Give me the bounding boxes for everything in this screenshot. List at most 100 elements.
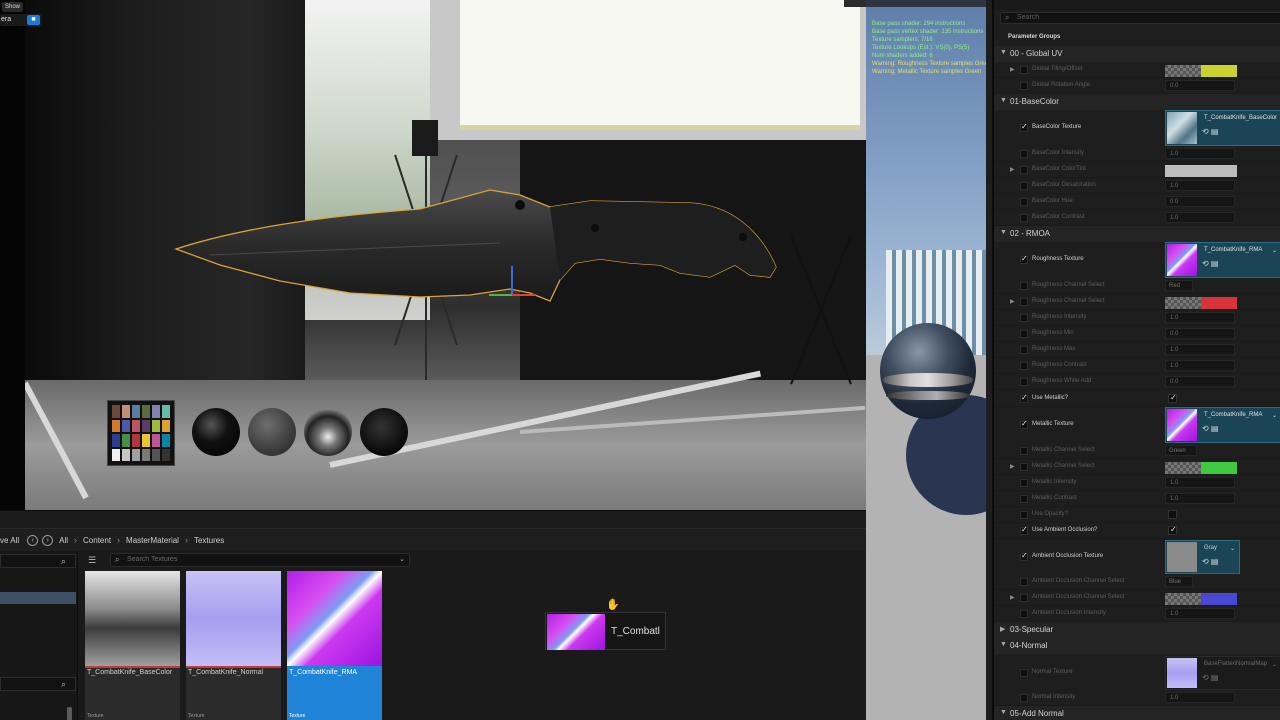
- group-add-normal[interactable]: ▼ 05-Add Normal: [994, 706, 1280, 720]
- gizmo-x-axis[interactable]: [512, 294, 536, 296]
- texture-picker[interactable]: T_CombatKnife_RMA ⌄ ⟲ ▤: [1165, 407, 1280, 443]
- gizmo-z-axis[interactable]: [511, 266, 513, 294]
- texture-picker[interactable]: T_CombatKnife_BaseColor ⟲ ▤: [1165, 110, 1280, 146]
- chevron-right-icon[interactable]: ▶: [1010, 66, 1015, 73]
- override-checkbox[interactable]: [1020, 447, 1028, 455]
- param-basecolor-intensity[interactable]: BaseColor Intensity 1.0: [994, 146, 1280, 162]
- back-icon[interactable]: ‹: [27, 534, 39, 546]
- override-checkbox[interactable]: [1020, 525, 1028, 535]
- color-swatch[interactable]: [1165, 297, 1237, 309]
- group-global-uv[interactable]: ▼ 00 - Global UV: [994, 46, 1280, 62]
- override-checkbox[interactable]: [1020, 362, 1028, 370]
- color-swatch[interactable]: [1165, 462, 1237, 474]
- override-checkbox[interactable]: [1020, 330, 1028, 338]
- override-checkbox[interactable]: [1020, 214, 1028, 222]
- param-value[interactable]: 1.0: [1165, 493, 1235, 504]
- param-ao-channel-select-color[interactable]: ▶ Ambient Occlusion Channel Select: [994, 590, 1280, 606]
- chevron-down-icon[interactable]: ⌄: [1272, 247, 1277, 254]
- param-metallic-channel-select[interactable]: Metallic Channel Select Green: [994, 443, 1280, 459]
- show-menu-button[interactable]: Show: [2, 2, 24, 12]
- override-checkbox[interactable]: [1020, 66, 1028, 74]
- level-viewport[interactable]: Show era ■: [0, 0, 866, 510]
- override-checkbox[interactable]: [1020, 82, 1028, 90]
- param-roughness-contrast[interactable]: Roughness Contrast 1.0: [994, 358, 1280, 374]
- folder-item-selected[interactable]: [0, 592, 76, 604]
- param-global-tiling[interactable]: ▶ Global Tiling/Offset: [994, 62, 1280, 78]
- override-checkbox[interactable]: [1020, 282, 1028, 290]
- browse-icon[interactable]: ⟲ ▤: [1202, 127, 1218, 136]
- asset-tile-basecolor[interactable]: T_CombatKnife_BaseColor Texture: [85, 571, 180, 720]
- combat-knife-mesh[interactable]: [170, 185, 790, 315]
- override-checkbox[interactable]: [1020, 254, 1028, 264]
- param-roughness-texture[interactable]: Roughness Texture T_CombatKnife_RMA ⌄ ⟲ …: [994, 242, 1280, 278]
- param-ao-channel-select[interactable]: Ambient Occlusion Channel Select Blue: [994, 574, 1280, 590]
- param-value[interactable]: 1.0: [1165, 360, 1235, 371]
- gizmo-y-axis[interactable]: [489, 294, 512, 296]
- value-checkbox[interactable]: [1168, 393, 1177, 403]
- param-value[interactable]: 1.0: [1165, 477, 1235, 488]
- param-value[interactable]: 0.0: [1165, 376, 1235, 387]
- param-value[interactable]: 0.0: [1165, 328, 1235, 339]
- folder-search-input[interactable]: ⌕: [0, 554, 76, 568]
- texture-picker[interactable]: Gray ⌄ ⟲ ▤: [1165, 540, 1240, 574]
- param-value[interactable]: 0.0: [1165, 196, 1235, 207]
- param-use-metallic[interactable]: Use Metallic?: [994, 391, 1280, 407]
- override-checkbox[interactable]: [1020, 346, 1028, 354]
- details-search-input[interactable]: ⌕ Search: [1000, 12, 1280, 24]
- param-metallic-intensity[interactable]: Metallic Intensity 1.0: [994, 475, 1280, 491]
- group-specular[interactable]: ▶ 03-Specular: [994, 622, 1280, 638]
- search-input[interactable]: ⌕ Search Textures ⌄: [110, 553, 410, 567]
- override-checkbox[interactable]: [1020, 511, 1028, 519]
- breadcrumb-all[interactable]: All: [55, 536, 72, 545]
- camera-menu-button[interactable]: era ■: [0, 14, 42, 26]
- override-checkbox[interactable]: [1020, 578, 1028, 586]
- override-checkbox[interactable]: [1020, 419, 1028, 429]
- chevron-down-icon[interactable]: ⌄: [1272, 412, 1277, 419]
- chevron-right-icon[interactable]: ▶: [1010, 298, 1015, 305]
- save-all-button[interactable]: ve All: [0, 536, 25, 545]
- texture-picker[interactable]: BaseFlattenNormalMap ⌄ ⟲ ▤: [1165, 656, 1280, 690]
- param-basecolor-hue[interactable]: BaseColor Hue 0.0: [994, 194, 1280, 210]
- param-ao-intensity[interactable]: Ambient Occlusion Intensity 1.0: [994, 606, 1280, 622]
- chevron-down-icon[interactable]: ⌄: [1230, 545, 1235, 552]
- override-checkbox[interactable]: [1020, 378, 1028, 386]
- param-roughness-channel-select-color[interactable]: ▶ Roughness Channel Select: [994, 294, 1280, 310]
- override-checkbox[interactable]: [1020, 551, 1028, 561]
- param-normal-intensity[interactable]: Normal Intensity 1.0: [994, 690, 1280, 706]
- param-roughness-channel-select[interactable]: Roughness Channel Select Red: [994, 278, 1280, 294]
- breadcrumb-content[interactable]: Content: [79, 536, 115, 545]
- chevron-down-icon[interactable]: ⌄: [399, 554, 405, 566]
- viewport-topright-controls[interactable]: [844, 0, 866, 7]
- param-value[interactable]: 1.0: [1165, 312, 1235, 323]
- group-normal[interactable]: ▼ 04-Normal: [994, 638, 1280, 654]
- chevron-right-icon[interactable]: ▶: [1010, 463, 1015, 470]
- param-use-opacity[interactable]: Use Opacity?: [994, 507, 1280, 523]
- value-checkbox[interactable]: [1168, 510, 1177, 519]
- browse-icon[interactable]: ⟲ ▤: [1202, 259, 1218, 268]
- value-checkbox[interactable]: [1168, 525, 1177, 535]
- param-basecolor-desaturation[interactable]: BaseColor Desaturation 1.0: [994, 178, 1280, 194]
- param-value[interactable]: 1.0: [1165, 692, 1235, 703]
- param-metallic-channel-select-color[interactable]: ▶ Metallic Channel Select: [994, 459, 1280, 475]
- override-checkbox[interactable]: [1020, 198, 1028, 206]
- chevron-right-icon[interactable]: ▶: [1010, 166, 1015, 173]
- param-basecolor-contrast[interactable]: BaseColor Contrast 1.0: [994, 210, 1280, 226]
- scrollbar[interactable]: [67, 707, 72, 720]
- asset-tile-normal[interactable]: T_CombatKnife_Normal Texture: [186, 571, 281, 720]
- override-checkbox[interactable]: [1020, 182, 1028, 190]
- param-basecolor-tint[interactable]: ▶ BaseColor ColorTint: [994, 162, 1280, 178]
- override-checkbox[interactable]: [1020, 495, 1028, 503]
- override-checkbox[interactable]: [1020, 150, 1028, 158]
- override-checkbox[interactable]: [1020, 166, 1028, 174]
- browse-icon[interactable]: ⟲ ▤: [1202, 424, 1218, 433]
- collections-search-input[interactable]: ⌕: [0, 677, 76, 691]
- param-roughness-min[interactable]: Roughness Min 0.0: [994, 326, 1280, 342]
- texture-picker[interactable]: T_CombatKnife_RMA ⌄ ⟲ ▤: [1165, 242, 1280, 278]
- chevron-right-icon[interactable]: ▶: [1010, 594, 1015, 601]
- override-checkbox[interactable]: [1020, 393, 1028, 403]
- param-value[interactable]: 1.0: [1165, 344, 1235, 355]
- breadcrumb-textures[interactable]: Textures: [190, 536, 228, 545]
- param-basecolor-texture[interactable]: BaseColor Texture T_CombatKnife_BaseColo…: [994, 110, 1280, 146]
- override-checkbox[interactable]: [1020, 694, 1028, 702]
- param-value[interactable]: 1.0: [1165, 608, 1235, 619]
